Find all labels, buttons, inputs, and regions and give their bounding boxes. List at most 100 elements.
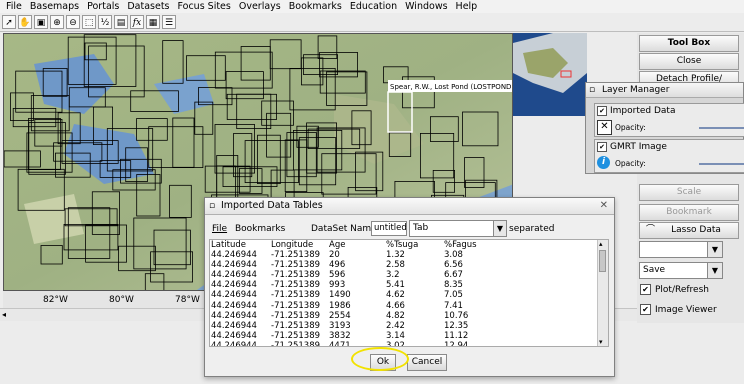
lasso-data-button[interactable]: ⌒ Lasso Data — [639, 222, 739, 239]
scale-button[interactable]: Scale — [639, 184, 739, 201]
menu-bookmarks[interactable]: Bookmarks — [287, 1, 344, 12]
chevron-down-icon: ▼ — [707, 263, 722, 278]
layer-manager-window[interactable]: ▫ Layer Manager ✔ Imported Data ✕ Opacit… — [585, 82, 744, 174]
table-cell: -71.251389 — [271, 320, 321, 331]
menu-focus-sites[interactable]: Focus Sites — [176, 1, 233, 12]
table-cell: 3.08 — [444, 250, 463, 261]
table-cell: 44.246944 — [211, 340, 257, 347]
table-cell: 2.58 — [386, 260, 405, 271]
toolbar: ➚ ✋ ▣ ⊕ ⊖ ⬚ ½ ▤ fx ▦ ☰ — [0, 13, 744, 32]
menu-portals[interactable]: Portals — [85, 1, 121, 12]
menu-file[interactable]: File — [4, 1, 24, 12]
table-cell: 1.32 — [386, 250, 405, 261]
table-cell: 1490 — [329, 290, 351, 301]
separated-label: separated — [509, 224, 555, 234]
function-icon[interactable]: fx — [130, 15, 144, 29]
menu-overlays[interactable]: Overlays — [237, 1, 283, 12]
menu-datasets[interactable]: Datasets — [125, 1, 171, 12]
menu-basemaps[interactable]: Basemaps — [28, 1, 81, 12]
select-arrow-icon[interactable]: ➚ — [2, 15, 16, 29]
scroll-up-icon[interactable]: ▴ — [599, 240, 603, 248]
layer-manager-titlebar[interactable]: ▫ Layer Manager — [586, 83, 743, 98]
imported-data-tables-dialog[interactable]: ▫ Imported Data Tables ✕ File Bookmarks … — [204, 197, 615, 377]
dialog-menu-bookmarks[interactable]: Bookmarks — [235, 224, 285, 234]
table-cell: 4.66 — [386, 300, 405, 311]
image-viewer-label: Image Viewer — [655, 304, 717, 315]
save-icon[interactable]: ▣ — [34, 15, 48, 29]
menu-help[interactable]: Help — [454, 1, 480, 12]
layer-name: Imported Data — [610, 106, 676, 116]
check-icon: ✔ — [640, 304, 651, 315]
opacity-slider[interactable] — [699, 127, 744, 129]
separator-select[interactable]: Tab ▼ — [409, 220, 507, 237]
table-row[interactable]: 44.246944 -71.251389 3832 3.14 11.12 — [210, 331, 608, 341]
highlight-ellipse — [351, 347, 409, 371]
dataset-name-input[interactable]: untitled3 — [371, 221, 407, 236]
table-cell: 10.76 — [444, 310, 469, 321]
scroll-thumb[interactable] — [599, 250, 606, 272]
hand-pan-icon[interactable]: ✋ — [18, 15, 32, 29]
vertical-scrollbar[interactable]: ▴ ▾ — [597, 240, 608, 346]
column-header[interactable]: Age — [329, 240, 386, 250]
close-button[interactable]: Close — [639, 53, 739, 70]
table-cell: -71.251389 — [271, 250, 321, 261]
table-cell: 7.05 — [444, 290, 463, 301]
remove-layer-icon[interactable]: ✕ — [597, 120, 612, 135]
table-cell: -71.251389 — [271, 280, 321, 291]
info-icon[interactable]: i — [597, 156, 610, 169]
column-header[interactable]: %Tsuga — [386, 240, 444, 250]
empty-combo[interactable]: ▼ — [639, 241, 723, 258]
column-header[interactable]: Longitude — [271, 240, 329, 250]
menu-education[interactable]: Education — [348, 1, 399, 12]
table-icon[interactable]: ☰ — [162, 15, 176, 29]
layer-visible-checkbox[interactable]: ✔ — [597, 106, 607, 116]
one-to-two-icon[interactable]: ½ — [98, 15, 112, 29]
dialog-menu-file[interactable]: File — [212, 224, 227, 234]
zoom-box-icon[interactable]: ⬚ — [82, 15, 96, 29]
dataset-name-label: DataSet Name: — [311, 224, 380, 234]
image-viewer-checkbox[interactable]: ✔ Image Viewer — [640, 304, 717, 315]
menu-windows[interactable]: Windows — [403, 1, 449, 12]
data-table[interactable]: Latitude Longitude Age %Tsuga %Fagus 44.… — [209, 239, 609, 347]
cancel-button[interactable]: Cancel — [407, 354, 447, 371]
table-row[interactable]: 44.246944 -71.251389 3193 2.42 12.35 — [210, 321, 608, 331]
table-body: 44.246944 -71.251389 20 1.32 3.08 44.246944 -7… — [210, 250, 608, 347]
dialog-titlebar[interactable]: ▫ Imported Data Tables ✕ — [205, 198, 614, 215]
table-cell: 3193 — [329, 320, 351, 331]
zoom-out-icon[interactable]: ⊖ — [66, 15, 80, 29]
table-row[interactable]: 44.246944 -71.251389 2554 4.82 10.76 — [210, 311, 608, 321]
table-cell: -71.251389 — [271, 290, 321, 301]
table-cell: 44.246944 — [211, 290, 257, 301]
lon-label: 78°W — [175, 295, 200, 305]
table-row[interactable]: 44.246944 -71.251389 1986 4.66 7.41 — [210, 301, 608, 311]
opacity-slider[interactable] — [699, 163, 744, 165]
table-cell: 8.35 — [444, 280, 463, 291]
table-row[interactable]: 44.246944 -71.251389 596 3.2 6.67 — [210, 270, 608, 280]
column-header[interactable]: %Fagus — [444, 240, 504, 250]
table-cell: 3.2 — [386, 270, 400, 281]
bookmark-button[interactable]: Bookmark — [639, 204, 739, 221]
table-cell: 4.62 — [386, 290, 405, 301]
table-row[interactable]: 44.246944 -71.251389 496 2.58 6.56 — [210, 260, 608, 270]
layer-item-imported-data: ✔ Imported Data ✕ Opacity: — [594, 103, 744, 137]
close-icon[interactable]: ✕ — [600, 198, 608, 214]
table-row[interactable]: 44.246944 -71.251389 993 5.41 8.35 — [210, 280, 608, 290]
layer-visible-checkbox[interactable]: ✔ — [597, 142, 607, 152]
zoom-in-icon[interactable]: ⊕ — [50, 15, 64, 29]
grid-icon[interactable]: ▦ — [146, 15, 160, 29]
save-combo[interactable]: Save ▼ — [639, 262, 723, 279]
window-icon: ▫ — [589, 85, 596, 95]
table-cell: 993 — [329, 280, 346, 291]
image-icon[interactable]: ▤ — [114, 15, 128, 29]
table-row[interactable]: 44.246944 -71.251389 20 1.32 3.08 — [210, 250, 608, 260]
plot-refresh-checkbox[interactable]: ✔ Plot/Refresh — [640, 284, 709, 295]
table-row[interactable]: 44.246944 -71.251389 4471 3.02 12.94 — [210, 340, 608, 347]
table-cell: 44.246944 — [211, 320, 257, 331]
scroll-down-icon[interactable]: ▾ — [599, 338, 603, 346]
column-header[interactable]: Latitude — [210, 240, 271, 250]
table-cell: 44.246944 — [211, 260, 257, 271]
table-row[interactable]: 44.246944 -71.251389 1490 4.62 7.05 — [210, 290, 608, 300]
scroll-left-icon[interactable]: ◂ — [2, 310, 6, 319]
table-cell: 44.246944 — [211, 330, 257, 341]
lasso-icon: ⌒ — [646, 225, 656, 235]
